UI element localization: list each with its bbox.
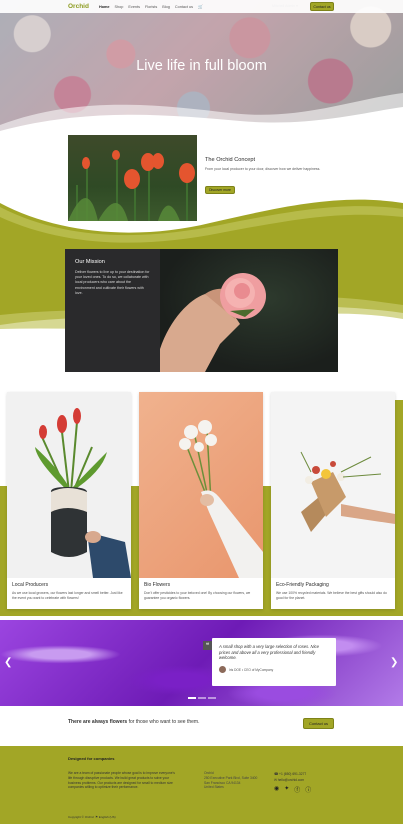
bouquet-image — [271, 392, 395, 578]
carousel-dot[interactable] — [188, 697, 196, 699]
nav-contact-label: Contact us — [313, 4, 331, 9]
hero-wave — [0, 93, 403, 135]
concept-title: The Orchid Concept — [205, 157, 256, 163]
card-text: As we use local growers, our flowers las… — [12, 591, 123, 600]
carousel-dot[interactable] — [198, 697, 206, 699]
carousel-dot[interactable] — [208, 697, 216, 699]
card-title: Local Producers — [12, 582, 49, 588]
card-local-producers: Local Producers As we use local growers,… — [7, 392, 131, 609]
carousel-next-icon[interactable]: ❯ — [390, 657, 398, 668]
testimonial-author: Iris DOE • CEO of MyCompany — [229, 667, 274, 672]
footer: Designed for companies We are a team of … — [0, 746, 403, 824]
phone-icon: ☎ — [274, 772, 279, 776]
menu-item-contact[interactable]: Contact us — [175, 5, 193, 9]
mission-text: Deliver flowers to live up to your desti… — [75, 270, 150, 295]
menu-item-shop[interactable]: Shop — [115, 5, 124, 9]
testimonial-quote: A small shop with a very large selection… — [219, 644, 319, 661]
carousel-indicators — [188, 697, 216, 699]
testimonial-carousel — [0, 620, 403, 706]
footer-about: We are a team of passionate people whose… — [68, 771, 175, 790]
address-line: 250 Executive Park Blvd, Suite 3400 — [204, 775, 258, 780]
cta-contact-button[interactable]: Contact us — [303, 718, 334, 729]
white-flowers-image — [139, 392, 263, 578]
menu-item-events[interactable]: Events — [128, 5, 140, 9]
footer-contact: ☎ +1 (650) 691-3277 ✉ hello@orchid.com — [274, 771, 306, 784]
copyright-text: Copyright © Orchid — [68, 815, 94, 819]
logo[interactable]: Orchid — [68, 3, 89, 10]
menu-item-florists[interactable]: Florists — [145, 5, 157, 9]
carousel-prev-icon[interactable]: ❮ — [4, 657, 12, 668]
social-links: ◉ ✦ ⓕ ⓘ — [274, 785, 311, 794]
footer-title: Designed for companies — [68, 756, 115, 761]
card-title: Eco-Friendly Packaging — [276, 582, 329, 588]
main-menu: Home Shop Events Florists Blog Contact u… — [99, 5, 193, 9]
hero-title: Live life in full bloom — [136, 58, 267, 74]
card-title: Bio Flowers — [144, 582, 171, 588]
hero-banner: Live life in full bloom — [0, 0, 403, 135]
menu-item-home[interactable]: Home — [99, 5, 110, 9]
copyright: Copyright © Orchid ⚑ English (US) — [68, 815, 116, 819]
cta-text: There are always flowers for those who w… — [68, 719, 199, 725]
concept-text: From your local producer to your door, d… — [205, 167, 321, 171]
rose-in-hand-image — [160, 249, 338, 372]
menu-item-blog[interactable]: Blog — [162, 5, 170, 9]
github-icon[interactable]: ◉ — [274, 785, 279, 794]
card-text: We use 100% recycled materials. We belie… — [276, 591, 387, 600]
nav-contact-button[interactable]: Contact us — [310, 2, 334, 11]
top-navbar: Orchid Home Shop Events Florists Blog Co… — [0, 0, 403, 13]
twitter-icon[interactable]: ✦ — [284, 785, 289, 794]
mission-title: Our Mission — [75, 259, 105, 265]
mission-section: Our Mission Deliver flowers to live up t… — [65, 249, 338, 372]
testimonial-card: A small shop with a very large selection… — [212, 638, 336, 686]
address-line: United States — [204, 785, 224, 790]
card-text: Don't offer pesticides to your beloved o… — [144, 591, 251, 600]
language-selector[interactable]: English (US) — [99, 815, 116, 819]
card-bio-flowers: Bio Flowers Don't offer pesticides to yo… — [139, 392, 263, 609]
cta-rest: for those who want to see them. — [127, 719, 200, 725]
facebook-icon[interactable]: ⓕ — [294, 785, 300, 794]
email-icon: ✉ — [274, 778, 277, 783]
avatar — [219, 666, 226, 674]
cart-icon[interactable]: 🛒 — [198, 4, 203, 9]
footer-phone[interactable]: +1 (650) 691-3277 — [279, 772, 306, 776]
quote-icon: ❝ — [203, 641, 212, 650]
card-eco-packaging: Eco-Friendly Packaging We use 100% recyc… — [271, 392, 395, 609]
discover-more-button[interactable]: Discover more — [205, 186, 235, 194]
cta-bold: There are always flowers — [68, 719, 128, 725]
footer-address: Orchid 250 Executive Park Blvd, Suite 34… — [204, 771, 257, 790]
vase-image — [7, 392, 131, 578]
linkedin-icon[interactable]: ⓘ — [305, 785, 311, 794]
flag-icon: ⚑ — [95, 815, 98, 819]
footer-email[interactable]: hello@orchid.com — [278, 778, 304, 782]
